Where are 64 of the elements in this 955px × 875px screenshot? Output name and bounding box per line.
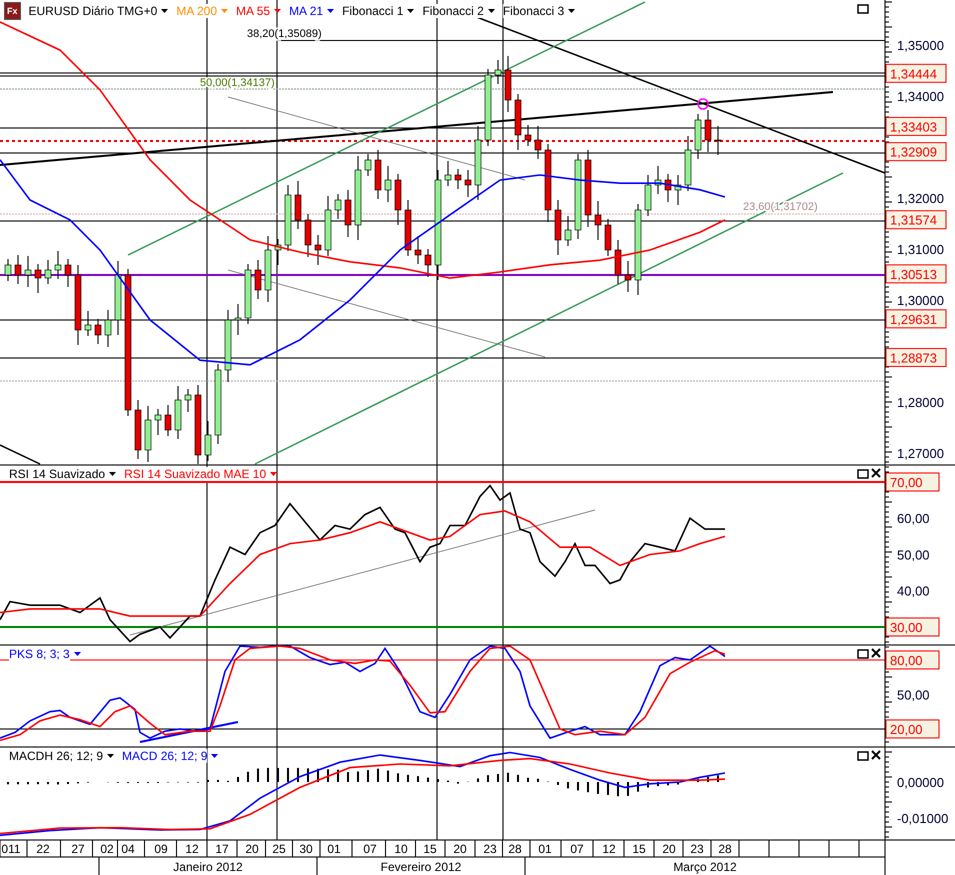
date-label: 07	[363, 842, 377, 856]
indicator-label[interactable]: MA 55	[236, 4, 270, 18]
price-tag: 1,32909	[886, 142, 946, 162]
indicator-label[interactable]: MA 21	[289, 4, 324, 18]
date-label: 09	[154, 842, 168, 856]
date-label: 25	[272, 842, 286, 856]
date-label: 15	[632, 842, 646, 856]
month-label: Março 2012	[673, 860, 737, 874]
date-label: 07	[570, 842, 584, 856]
price-tag: 1,29631	[886, 309, 946, 328]
indicator-label[interactable]: MACDH 26; 12; 9	[9, 749, 104, 763]
month-label: Janeiro 2012	[173, 860, 243, 874]
date-label: 20	[662, 842, 676, 856]
indicator-label[interactable]: MACD 26; 12; 9	[122, 749, 208, 763]
axis-label: 50,00	[897, 687, 930, 702]
price-tag: 1,30513	[886, 264, 946, 284]
date-label: 10	[394, 842, 408, 856]
price-tag: 80,00	[886, 650, 940, 670]
price-tag: 1,34444	[886, 64, 946, 83]
date-label: 23	[690, 842, 704, 856]
axis-label: 50,00	[897, 548, 930, 562]
date-label: 28	[718, 842, 732, 856]
date-label: 23	[483, 842, 497, 856]
axis-label: 1,27000	[897, 446, 944, 462]
date-label: 04	[121, 842, 135, 856]
logo-icon: Fx	[4, 2, 21, 20]
axis-label: 1,34000	[897, 89, 944, 104]
axis-label: 40,00	[897, 584, 930, 599]
date-label: 12	[602, 842, 616, 856]
price-tag: 1,31574	[886, 210, 946, 230]
month-label: Fevereiro 2012	[380, 860, 462, 874]
date-label: 20	[453, 842, 467, 856]
price-tag: 30,00	[886, 617, 940, 636]
date-label: 011	[1, 842, 21, 856]
date-label: 12	[185, 842, 199, 856]
price-tag: 20,00	[886, 719, 940, 738]
date-label: 27	[71, 842, 85, 856]
axis-label: 1,28000	[897, 395, 944, 410]
indicator-label[interactable]: Fibonacci 3	[502, 4, 564, 18]
price-tag: 1,33403	[886, 116, 946, 136]
date-label: 28	[508, 842, 522, 856]
date-label: 22	[36, 842, 50, 856]
indicator-label[interactable]: RSI 14 Suavizado	[9, 467, 106, 481]
indicator-label[interactable]: Fibonacci 1	[342, 4, 404, 18]
date-label: 30	[299, 842, 313, 856]
date-label: 02	[100, 842, 114, 856]
date-label: 20	[245, 842, 259, 856]
price-tag: 1,28873	[886, 348, 946, 367]
axis-label: 1,35000	[897, 38, 944, 53]
axis-label: 0,00000	[897, 775, 944, 790]
indicator-label[interactable]: Fibonacci 2	[422, 4, 484, 18]
axis-label: -0,01000	[897, 811, 948, 826]
axis-label: 1,32000	[897, 191, 944, 206]
date-label: 15	[423, 842, 437, 856]
indicator-label[interactable]: EURUSD Diário TMG+0	[28, 4, 158, 18]
indicator-label[interactable]: PKS 8; 3; 3	[9, 647, 70, 661]
axis-label: 1,30000	[897, 293, 944, 308]
axis-label: 1,31000	[897, 242, 944, 257]
date-label: 01	[327, 842, 341, 856]
price-tag: 70,00	[886, 472, 940, 492]
date-label: 17	[215, 842, 229, 856]
date-label: 01	[538, 842, 552, 856]
axis-label: 60,00	[897, 511, 930, 526]
indicator-label[interactable]: RSI 14 Suavizado MAE 10	[124, 467, 266, 481]
